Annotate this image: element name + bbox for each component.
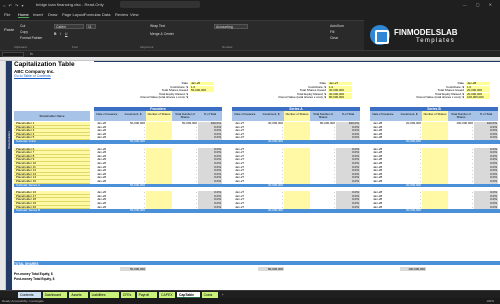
subtotal-row: Subtotal: Series A	[14, 183, 500, 188]
subtotal-value: 50,000,000	[129, 139, 145, 143]
tab-data[interactable]: Data	[102, 12, 110, 17]
info-label: Round Value (total shares x cost), $	[278, 95, 326, 99]
clipboard-group-label: Clipboard	[14, 45, 27, 49]
number-format-dropdown[interactable]: Accounting	[214, 24, 248, 29]
column-header: Total Number of Shares	[310, 111, 336, 121]
subtotal-value: 20,000,000	[405, 139, 421, 143]
toc-link[interactable]: Go to Table of Contents	[14, 74, 51, 78]
pre-money-label: Pre-money Total Equity, $	[14, 272, 53, 276]
tab-page-layout[interactable]: Page Layout	[62, 12, 84, 17]
column-header: Investment, $	[258, 111, 284, 121]
status-text: Ready Accessibility: Investigate	[2, 299, 44, 303]
window-controls[interactable]: — ▢ ✕	[463, 2, 496, 7]
brand-logo-icon	[370, 25, 390, 45]
top-divider	[94, 61, 500, 62]
total-shares-row	[14, 261, 500, 265]
number-group-label: Number	[222, 45, 233, 49]
tab-file[interactable]: File	[4, 12, 10, 17]
tab-insert[interactable]: Insert	[33, 12, 43, 17]
column-header: Total Number of Shares	[172, 111, 198, 121]
zoom-level[interactable]: 100%	[486, 299, 494, 303]
wrap-text-button[interactable]: Wrap Text	[150, 24, 165, 28]
post-money-value-b: 100,000,000	[400, 267, 426, 271]
info-value: 50,000,000	[190, 88, 214, 93]
tab-home[interactable]: Home	[18, 12, 29, 18]
post-money-label: Post-money Total Equity, $	[14, 277, 55, 281]
shareholders-sidebar: Shareholders	[6, 61, 12, 290]
formula-bar: fx	[0, 50, 500, 57]
shareholder-name-header: Shareholder Name	[14, 111, 90, 121]
search-box[interactable]	[120, 1, 200, 8]
column-header: Investment, $	[120, 111, 146, 121]
subtotal-value: 20,000,000	[405, 182, 421, 187]
font-size-dropdown[interactable]: 11	[86, 24, 96, 29]
info-value: 100,000,000	[466, 95, 490, 100]
column-header: Number of Shares	[146, 111, 172, 121]
ribbon-tabs: File Home Insert Draw Page Layout Formul…	[0, 10, 500, 20]
subtotal-row: Subtotal: Initial	[14, 139, 500, 144]
column-header: Date of Issuance	[232, 111, 258, 121]
subtotal-value: 50,000,000	[129, 182, 145, 187]
fill-button[interactable]: Fill	[330, 30, 334, 34]
clear-button[interactable]: Clear	[330, 36, 338, 40]
post-money-value-a: 80,000,000	[258, 267, 284, 271]
info-label: Round Value (total shares x cost), $	[416, 95, 464, 99]
subtotal-value: 30,000,000	[267, 182, 283, 187]
fx-icon[interactable]: fx	[30, 52, 33, 56]
tab-view[interactable]: View	[130, 12, 139, 17]
paste-button[interactable]: Paste	[4, 27, 14, 32]
font-name-dropdown[interactable]: Calibri	[54, 24, 84, 29]
copy-button[interactable]: Copy	[20, 30, 28, 34]
brand-name: FINMODELSLAB	[394, 28, 458, 37]
total-shares-label: TOTAL SHARES	[14, 262, 39, 266]
quick-access-icons[interactable]: ⌂ ↶ ↷ ▾	[3, 3, 24, 8]
column-header: Number of Shares	[422, 111, 448, 121]
sidebar-label: Shareholders	[7, 131, 11, 149]
autosum-button[interactable]: AutoSum	[330, 24, 344, 28]
alignment-group-label: Alignment	[140, 45, 154, 49]
window-title: bridge loan financing.xlsx - Read-Only	[36, 2, 104, 7]
subtotal-value: 20,000,000	[405, 208, 421, 213]
column-header: Number of Shares	[284, 111, 310, 121]
brand-logo: FINMODELSLAB Templates	[364, 20, 500, 50]
subtotal-value: 30,000,000	[267, 208, 283, 213]
tab-review[interactable]: Review	[115, 12, 128, 17]
worksheet[interactable]: Shareholders Capitalization Table ABC Co…	[0, 57, 500, 290]
info-value: 80,000,000	[328, 95, 352, 100]
title-bar: ⌂ ↶ ↷ ▾ bridge loan financing.xlsx - Rea…	[0, 0, 500, 10]
info-label: Round Value (total shares x cost), $	[140, 95, 188, 99]
subtotal-value: 30,000,000	[267, 139, 283, 143]
page-title: Capitalization Table	[14, 61, 75, 68]
tab-formulas[interactable]: Formulas	[84, 12, 101, 17]
cut-button[interactable]: Cut	[20, 24, 25, 28]
sheet-tabs-bar: Contents Dashboard Assets Liabilities CFEs Pa…	[0, 290, 500, 298]
format-painter-button[interactable]: Format Painter	[20, 36, 42, 40]
column-header: Date of Issuance	[94, 111, 120, 121]
font-group-label: Font	[72, 45, 79, 49]
subtotal-row: Subtotal: Series B	[14, 209, 500, 213]
tab-draw[interactable]: Draw	[48, 12, 57, 17]
column-header: % of Total	[198, 111, 222, 121]
merge-center-button[interactable]: Merge & Center	[150, 32, 174, 36]
pre-money-value: 50,000,000	[120, 267, 146, 271]
italic-button[interactable]: I	[60, 32, 61, 36]
column-header: Total Number of Shares	[448, 111, 474, 121]
column-header: % of Total	[474, 111, 498, 121]
brand-tagline: Templates	[416, 38, 456, 44]
underline-button[interactable]: U	[65, 32, 67, 36]
bold-button[interactable]: B	[54, 32, 56, 36]
column-header: Investment, $	[396, 111, 422, 121]
subtotal-value: 50,000,000	[129, 208, 145, 213]
column-header: % of Total	[336, 111, 360, 121]
status-bar: Ready Accessibility: Investigate 100%	[0, 298, 500, 304]
column-header: Date of Issuance	[370, 111, 396, 121]
